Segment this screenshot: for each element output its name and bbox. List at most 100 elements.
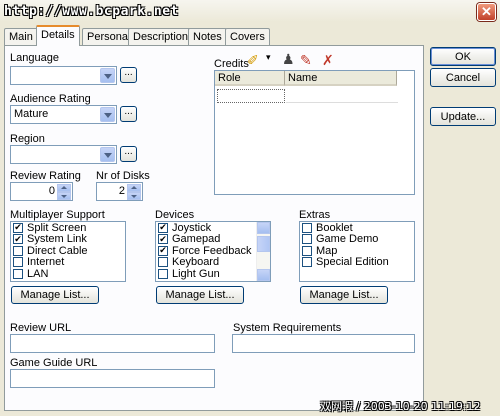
audience-rating-browse-button[interactable]: ...: [120, 106, 137, 122]
update-button[interactable]: Update...: [430, 107, 496, 126]
devices-label: Devices: [155, 209, 195, 221]
review-url-label: Review URL: [10, 322, 72, 334]
checkbox[interactable]: ✔: [158, 234, 168, 245]
extras-list[interactable]: Booklet Game Demo Map Special Edition: [299, 221, 415, 282]
close-button[interactable]: ✕: [477, 3, 496, 21]
audience-rating-combo[interactable]: Mature: [10, 105, 117, 124]
multiplayer-label: Multiplayer Support: [10, 209, 105, 221]
credits-name-header[interactable]: Name: [285, 71, 397, 86]
extras-label: Extras: [299, 209, 331, 221]
list-item-label: Force Feedback: [172, 244, 252, 257]
list-item-label: Gamepad: [172, 233, 221, 246]
list-item-label: System Link: [27, 233, 87, 246]
list-item-label: Game Demo: [316, 233, 379, 246]
audience-rating-value: Mature: [14, 108, 49, 120]
list-item-label: Light Gun: [172, 267, 220, 280]
spin-up-icon[interactable]: [127, 184, 141, 192]
scroll-down-icon[interactable]: [257, 269, 270, 281]
nr-disks-label: Nr of Disks: [96, 170, 150, 182]
cancel-button[interactable]: Cancel: [430, 68, 496, 87]
region-combo[interactable]: [10, 145, 117, 164]
list-item[interactable]: Internet: [11, 256, 125, 268]
checkbox[interactable]: ✔: [158, 245, 168, 256]
checkbox[interactable]: [158, 268, 168, 279]
list-item[interactable]: Light Gun: [156, 268, 270, 280]
tab-covers[interactable]: Covers: [225, 28, 270, 45]
review-rating-value: 0: [48, 185, 55, 197]
checkbox[interactable]: ✔: [13, 222, 23, 233]
edit-icon[interactable]: ✎: [300, 52, 312, 69]
list-item-label: Keyboard: [172, 256, 220, 269]
system-requirements-label: System Requirements: [233, 322, 342, 334]
language-label: Language: [10, 52, 59, 64]
checkbox[interactable]: [13, 268, 23, 279]
checkbox[interactable]: [13, 245, 23, 256]
list-item[interactable]: ✔ Force Feedback: [156, 245, 270, 257]
people-icon[interactable]: ♟: [282, 51, 295, 68]
checkbox[interactable]: [302, 222, 312, 233]
list-item[interactable]: Map: [300, 245, 414, 257]
list-item[interactable]: ✔ Joystick: [156, 222, 270, 234]
language-combo[interactable]: [10, 66, 117, 85]
devices-manage-list-button[interactable]: Manage List...: [156, 286, 244, 304]
chevron-down-icon[interactable]: [100, 107, 115, 122]
scroll-up-icon[interactable]: [257, 222, 270, 234]
ok-button[interactable]: OK: [430, 47, 496, 66]
spin-up-icon[interactable]: [57, 184, 71, 192]
delete-icon[interactable]: ✗: [322, 52, 334, 69]
list-item[interactable]: ✔ Split Screen: [11, 222, 125, 234]
chevron-down-icon[interactable]: [100, 147, 115, 162]
region-label: Region: [10, 133, 45, 145]
tab-description[interactable]: Description: [128, 28, 194, 45]
spin-down-icon[interactable]: [127, 192, 141, 200]
audience-rating-label: Audience Rating: [10, 93, 91, 105]
checkbox[interactable]: [302, 257, 312, 268]
list-item-label: Map: [316, 244, 338, 257]
scroll-thumb[interactable]: [257, 236, 270, 252]
list-item-label: Direct Cable: [27, 244, 88, 257]
status-watermark: 双网暇 / 2003-10-20 11:19:12: [320, 400, 481, 413]
list-item[interactable]: LAN: [11, 268, 125, 280]
tab-notes[interactable]: Notes: [188, 28, 227, 45]
game-guide-url-field[interactable]: [10, 369, 215, 388]
credits-grid[interactable]: Role Name: [214, 70, 415, 195]
list-item[interactable]: ✔ System Link: [11, 233, 125, 246]
system-requirements-field[interactable]: [232, 334, 415, 353]
nr-disks-value: 2: [118, 185, 125, 197]
credits-name-cell[interactable]: [286, 89, 398, 103]
multiplayer-list[interactable]: ✔ Split Screen ✔ System Link Direct Cable …: [10, 221, 126, 282]
list-item[interactable]: Keyboard: [156, 256, 270, 269]
checkbox[interactable]: ✔: [158, 222, 168, 233]
chevron-down-icon[interactable]: [100, 68, 115, 83]
nr-disks-spinner[interactable]: 2: [96, 182, 143, 201]
checkbox[interactable]: [302, 245, 312, 256]
credits-role-cell[interactable]: [217, 89, 285, 103]
tab-main[interactable]: Main: [4, 28, 38, 45]
dropdown-arrow-icon[interactable]: ▾: [266, 52, 271, 63]
list-item[interactable]: ✔ Gamepad: [156, 233, 270, 246]
checkbox[interactable]: [302, 234, 312, 245]
credits-role-header[interactable]: Role: [215, 71, 285, 86]
review-url-field[interactable]: [10, 334, 215, 353]
review-rating-spinner[interactable]: 0: [10, 182, 73, 201]
devices-list[interactable]: ✔ Joystick ✔ Gamepad ✔ Force Feedback Keybo…: [155, 221, 271, 282]
multiplayer-manage-list-button[interactable]: Manage List...: [11, 286, 99, 304]
checkbox[interactable]: ✔: [13, 234, 23, 245]
extras-manage-list-button[interactable]: Manage List...: [300, 286, 388, 304]
list-item-label: Split Screen: [27, 221, 87, 234]
add-credit-icon[interactable]: ✐: [247, 52, 259, 69]
language-browse-button[interactable]: ...: [120, 67, 137, 83]
game-guide-url-label: Game Guide URL: [10, 357, 98, 369]
region-browse-button[interactable]: ...: [120, 146, 137, 162]
list-item[interactable]: Direct Cable: [11, 245, 125, 257]
list-item[interactable]: Game Demo: [300, 233, 414, 246]
list-item[interactable]: Special Edition: [300, 256, 414, 269]
checkbox[interactable]: [13, 257, 23, 268]
list-item[interactable]: Booklet: [300, 222, 414, 234]
checkbox[interactable]: [158, 257, 168, 268]
tab-details[interactable]: Details: [36, 25, 80, 46]
list-item-label: Joystick: [172, 221, 212, 234]
list-item-label: Special Edition: [316, 256, 389, 269]
spin-down-icon[interactable]: [57, 192, 71, 200]
devices-scrollbar[interactable]: [256, 222, 270, 281]
